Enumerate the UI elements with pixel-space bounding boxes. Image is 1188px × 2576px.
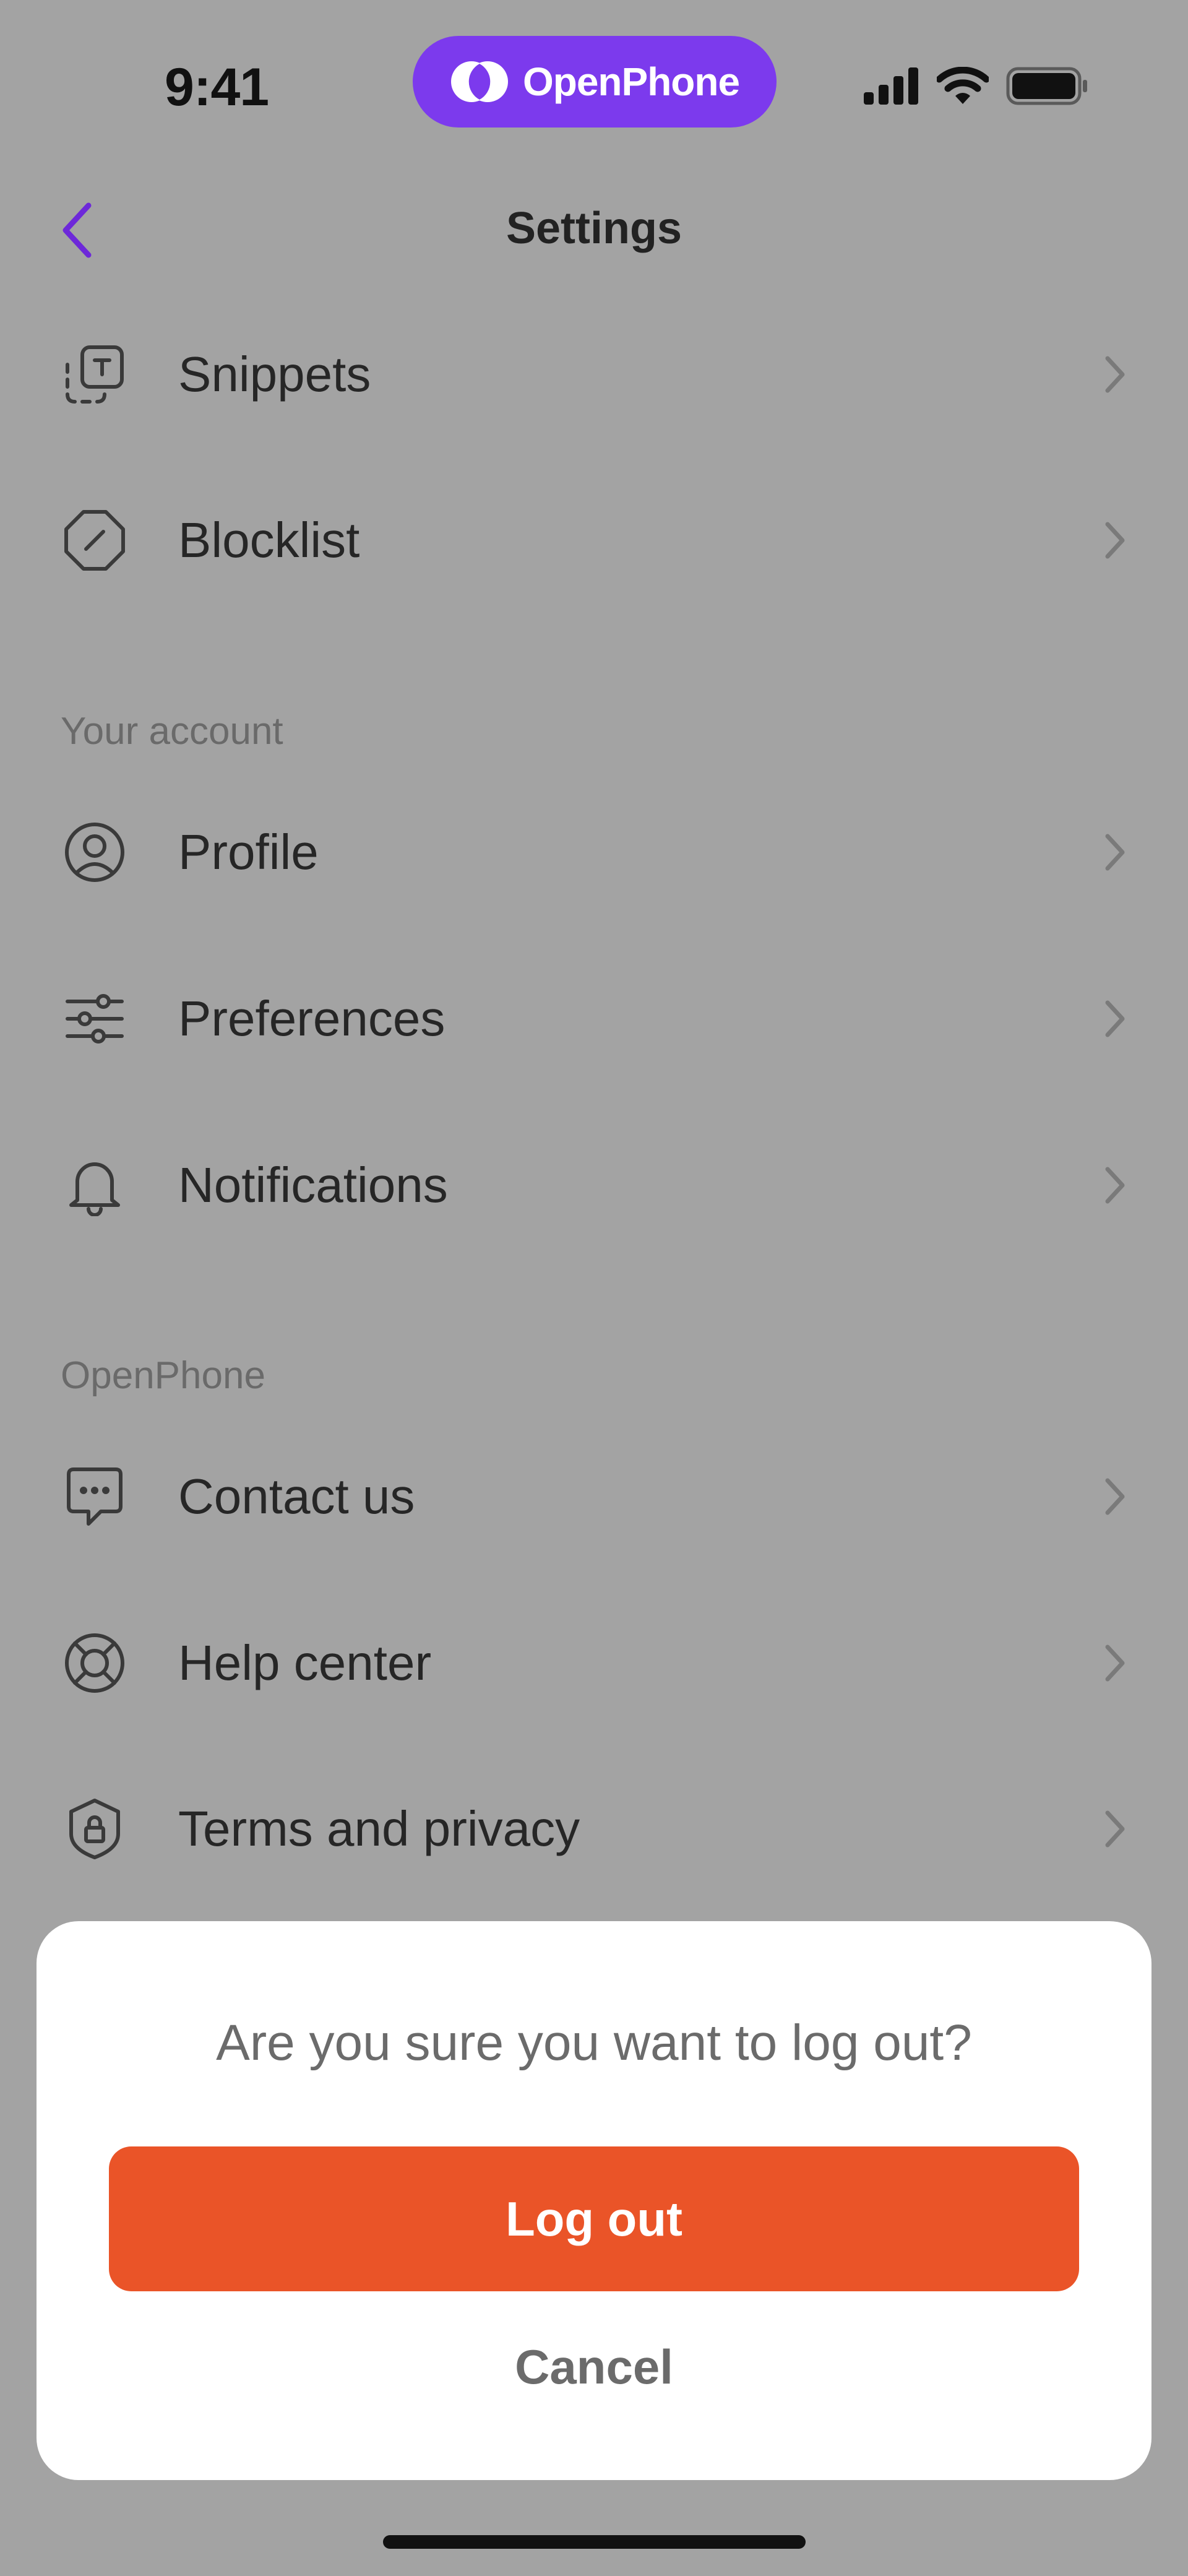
status-time: 9:41 (165, 58, 269, 117)
lifebuoy-icon (61, 1629, 129, 1697)
logout-dialog: Are you sure you want to log out? Log ou… (37, 1921, 1151, 2480)
settings-item-label: Terms and privacy (178, 1801, 580, 1856)
cancel-button[interactable]: Cancel (37, 2323, 1151, 2410)
chevron-right-icon (1105, 356, 1125, 393)
chat-icon (61, 1463, 129, 1531)
dialog-question: Are you sure you want to log out? (216, 2015, 972, 2071)
section-header-your-account: Your account (61, 710, 283, 753)
openphone-logo-icon (450, 61, 508, 102)
settings-item-label: Contact us (178, 1469, 415, 1524)
chevron-right-icon (1105, 1810, 1125, 1848)
brand-name: OpenPhone (522, 59, 740, 104)
settings-item-terms-privacy[interactable]: Terms and privacy (0, 1767, 1188, 1891)
settings-item-profile[interactable]: Profile (0, 790, 1188, 914)
chevron-right-icon (1105, 1167, 1125, 1204)
settings-item-label: Preferences (178, 991, 446, 1046)
chevron-right-icon (1105, 1478, 1125, 1515)
settings-item-label: Profile (178, 824, 319, 880)
settings-item-label: Blocklist (178, 512, 360, 568)
chevron-right-icon (1105, 834, 1125, 871)
chevron-right-icon (1105, 1000, 1125, 1037)
settings-item-blocklist[interactable]: Blocklist (0, 478, 1188, 602)
settings-item-contact-us[interactable]: Contact us (0, 1435, 1188, 1558)
bell-icon (61, 1151, 129, 1219)
settings-item-notifications[interactable]: Notifications (0, 1123, 1188, 1247)
page-title: Settings (506, 204, 682, 253)
wifi-icon (937, 67, 989, 104)
brand-pill: OpenPhone (413, 36, 777, 128)
snippets-icon (61, 340, 129, 408)
status-icons (864, 67, 1088, 105)
shield-lock-icon (61, 1795, 129, 1863)
cellular-icon (864, 67, 918, 105)
home-indicator[interactable] (383, 2535, 806, 2549)
log-out-button[interactable]: Log out (109, 2146, 1079, 2291)
block-icon (61, 506, 129, 574)
section-header-openphone: OpenPhone (61, 1354, 265, 1397)
settings-item-label: Snippets (178, 347, 371, 402)
settings-item-preferences[interactable]: Preferences (0, 957, 1188, 1081)
chevron-right-icon (1105, 522, 1125, 559)
battery-icon (1006, 67, 1087, 105)
settings-item-help-center[interactable]: Help center (0, 1601, 1188, 1725)
profile-icon (61, 818, 129, 886)
sliders-icon (61, 985, 129, 1053)
chevron-right-icon (1105, 1645, 1125, 1682)
settings-item-label: Help center (178, 1635, 432, 1690)
settings-item-label: Notifications (178, 1157, 448, 1212)
settings-item-snippets[interactable]: Snippets (0, 313, 1188, 436)
